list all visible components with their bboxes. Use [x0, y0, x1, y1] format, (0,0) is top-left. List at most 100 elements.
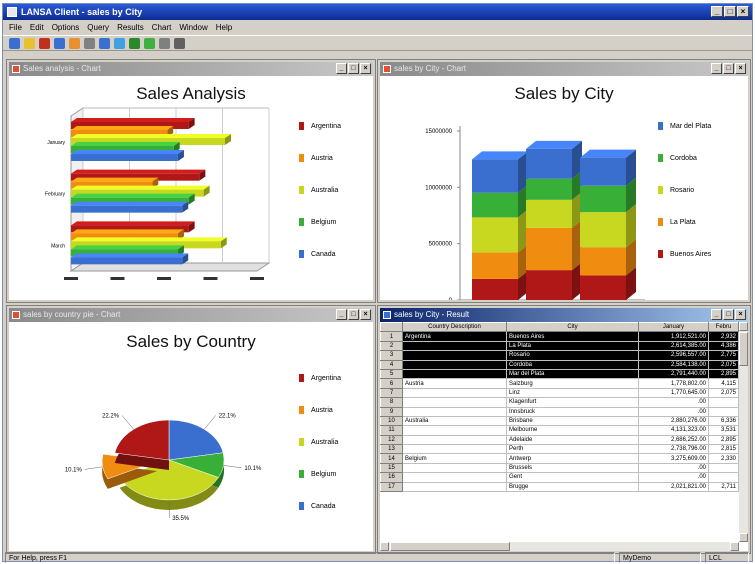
row-number[interactable]: 4	[381, 360, 403, 369]
result-grid[interactable]: Country Description City January Febru 1…	[380, 322, 748, 551]
sales-by-city-window[interactable]: sales by City - Chart _□× Sales by City …	[378, 60, 750, 302]
table-cell[interactable]: 6,336	[709, 416, 739, 425]
row-number[interactable]: 14	[381, 454, 403, 463]
row-header-corner[interactable]	[381, 323, 403, 332]
table-cell[interactable]	[709, 473, 739, 482]
table-cell[interactable]: 2,330	[709, 454, 739, 463]
table-cell[interactable]	[709, 398, 739, 407]
table-cell[interactable]	[709, 463, 739, 472]
table-cell[interactable]: Antwerp	[507, 454, 639, 463]
print-icon[interactable]	[159, 38, 170, 49]
row-number[interactable]: 13	[381, 445, 403, 454]
sales-by-country-title-bar[interactable]: sales by country pie - Chart _□×	[9, 308, 373, 322]
app-title-bar[interactable]: LANSA Client - sales by City _ □ ×	[3, 4, 752, 20]
table-cell[interactable]	[403, 369, 507, 378]
table-cell[interactable]: Belgium	[403, 454, 507, 463]
table-cell[interactable]: 1,778,802.00	[639, 379, 709, 388]
maximize-button[interactable]: □	[348, 309, 359, 320]
table-cell[interactable]: 3,275,609.00	[639, 454, 709, 463]
maximize-button[interactable]: □	[723, 309, 734, 320]
open-icon[interactable]	[24, 38, 35, 49]
sort-icon[interactable]	[144, 38, 155, 49]
copy-icon[interactable]	[54, 38, 65, 49]
close-button[interactable]: ×	[360, 309, 371, 320]
table-cell[interactable]: Brugge	[507, 482, 639, 491]
cut-icon[interactable]	[39, 38, 50, 49]
hscroll-thumb[interactable]	[390, 542, 510, 551]
row-number[interactable]: 2	[381, 341, 403, 350]
table-cell[interactable]	[403, 341, 507, 350]
table-cell[interactable]: Perth	[507, 445, 639, 454]
table-row[interactable]: 9Innsbruck.00	[381, 407, 739, 416]
chart-icon[interactable]	[99, 38, 110, 49]
scroll-up-arrow-icon[interactable]	[739, 322, 748, 331]
table-cell[interactable]	[403, 388, 507, 397]
table-cell[interactable]: Austria	[403, 379, 507, 388]
table-cell[interactable]: Klagenfurt	[507, 398, 639, 407]
table-cell[interactable]: 4,386	[709, 341, 739, 350]
menu-item-query[interactable]: Query	[87, 21, 109, 34]
table-cell[interactable]: 2,932	[709, 332, 739, 341]
table-cell[interactable]: Australia	[403, 416, 507, 425]
table-row[interactable]: 5Mar del Plata2,791,440.002,895	[381, 369, 739, 378]
table-cell[interactable]: La Plata	[507, 341, 639, 350]
sales-by-city-result-window[interactable]: sales by City - Result _□× Country Descr…	[378, 306, 750, 553]
table-cell[interactable]: .00	[639, 407, 709, 416]
paste-icon[interactable]	[69, 38, 80, 49]
close-button[interactable]: ×	[360, 63, 371, 74]
column-header[interactable]: City	[507, 323, 639, 332]
table-row[interactable]: 3Rosario2,596,557.002,775	[381, 351, 739, 360]
menu-item-options[interactable]: Options	[52, 21, 80, 34]
table-cell[interactable]	[403, 360, 507, 369]
scroll-thumb[interactable]	[739, 332, 748, 366]
table-cell[interactable]: Adelaide	[507, 435, 639, 444]
result-title-bar[interactable]: sales by City - Result _□×	[380, 308, 748, 322]
table-cell[interactable]: Cordoba	[507, 360, 639, 369]
vertical-scrollbar[interactable]	[739, 322, 748, 542]
help-icon[interactable]	[174, 38, 185, 49]
table-cell[interactable]: Buenos Aires	[507, 332, 639, 341]
table-cell[interactable]: Rosario	[507, 351, 639, 360]
table-cell[interactable]: 2,895	[709, 435, 739, 444]
table-cell[interactable]: Mar del Plata	[507, 369, 639, 378]
table-cell[interactable]: 2,614,385.00	[639, 341, 709, 350]
table-row[interactable]: 6AustriaSalzburg1,778,802.004,115	[381, 379, 739, 388]
table-cell[interactable]: 3,531	[709, 426, 739, 435]
row-number[interactable]: 9	[381, 407, 403, 416]
minimize-button[interactable]: _	[711, 6, 723, 17]
filter-icon[interactable]	[129, 38, 140, 49]
row-number[interactable]: 3	[381, 351, 403, 360]
table-cell[interactable]	[403, 445, 507, 454]
table-row[interactable]: 13Perth2,738,796.002,815	[381, 445, 739, 454]
table-cell[interactable]: Brussels	[507, 463, 639, 472]
menu-item-window[interactable]: Window	[179, 21, 207, 34]
table-cell[interactable]	[403, 351, 507, 360]
table-cell[interactable]: Argentina	[403, 332, 507, 341]
table-row[interactable]: 2 La Plata2,614,385.004,386	[381, 341, 739, 350]
table-cell[interactable]	[709, 407, 739, 416]
table-cell[interactable]: 4,115	[709, 379, 739, 388]
table-row[interactable]: 16Gent.00	[381, 473, 739, 482]
row-number[interactable]: 8	[381, 398, 403, 407]
result-table[interactable]: Country Description City January Febru 1…	[380, 322, 739, 492]
row-number[interactable]: 6	[381, 379, 403, 388]
table-row[interactable]: 17Brugge2,021,821.002,711	[381, 482, 739, 491]
maximize-button[interactable]: □	[723, 63, 734, 74]
table-cell[interactable]: 4,131,323.00	[639, 426, 709, 435]
column-header[interactable]: Country Description	[403, 323, 507, 332]
table-cell[interactable]	[403, 463, 507, 472]
scroll-down-arrow-icon[interactable]	[739, 533, 748, 542]
sales-by-country-window[interactable]: sales by country pie - Chart _□× Sales b…	[7, 306, 375, 553]
table-cell[interactable]: 2,711	[709, 482, 739, 491]
table-cell[interactable]: 2,596,557.00	[639, 351, 709, 360]
row-number[interactable]: 16	[381, 473, 403, 482]
menu-item-results[interactable]: Results	[117, 21, 144, 34]
minimize-button[interactable]: _	[336, 309, 347, 320]
table-cell[interactable]: .00	[639, 473, 709, 482]
table-cell[interactable]: Salzburg	[507, 379, 639, 388]
table-row[interactable]: 10AustraliaBrisbane2,880,276.006,336	[381, 416, 739, 425]
table-cell[interactable]: 2,075	[709, 360, 739, 369]
sales-analysis-window[interactable]: Sales analysis - Chart _□× Sales Analysi…	[7, 60, 375, 302]
table-cell[interactable]: Linz	[507, 388, 639, 397]
menu-item-help[interactable]: Help	[216, 21, 232, 34]
